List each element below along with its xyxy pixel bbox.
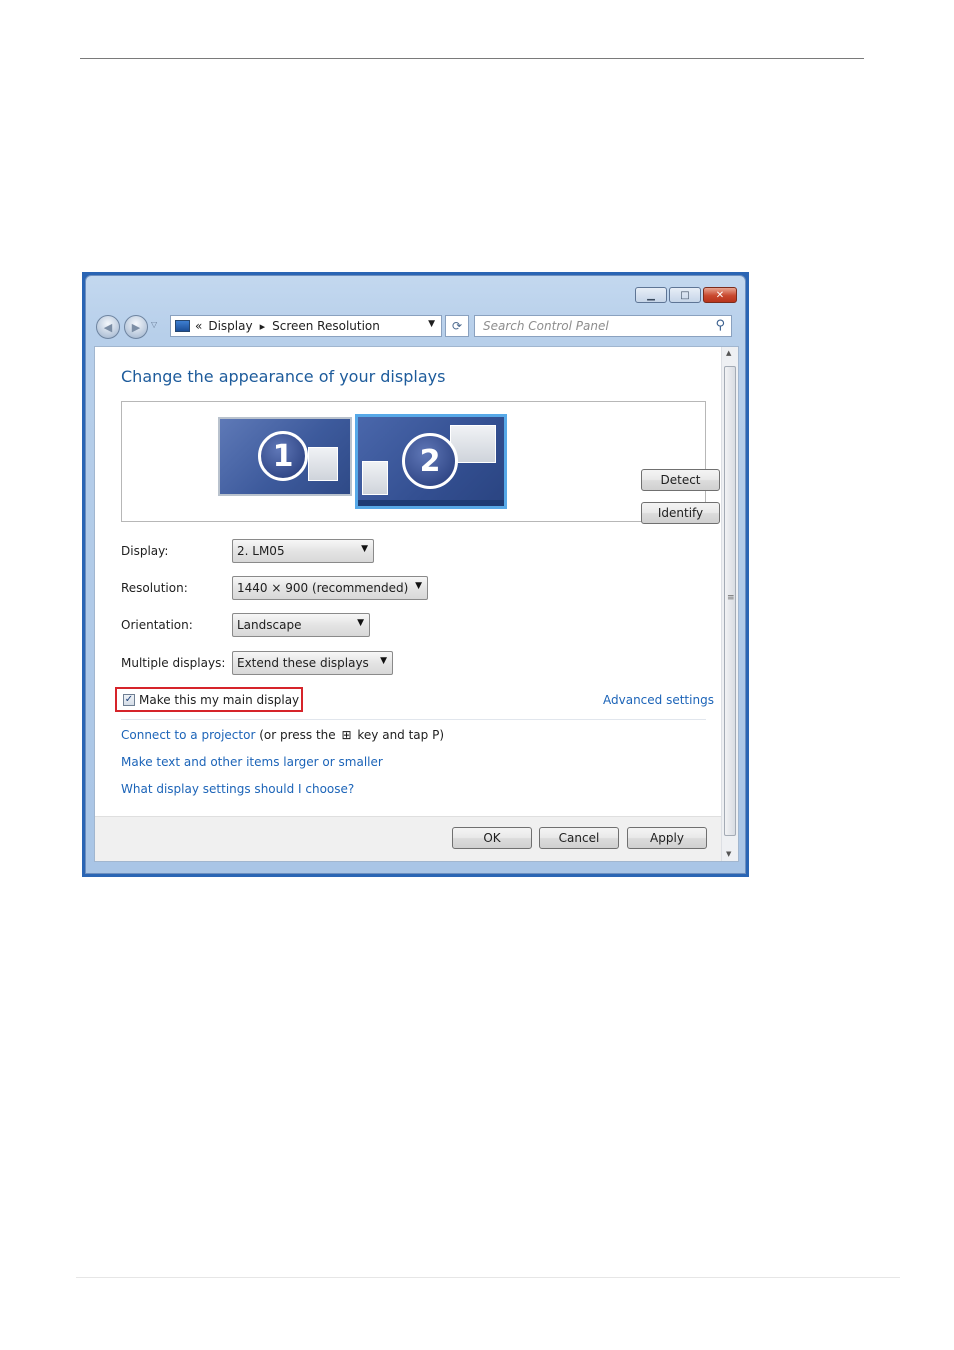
display-label: Display:: [121, 544, 169, 558]
monitor-2-sidebar-graphic: [362, 461, 388, 495]
window-controls: ▁ □ ✕: [635, 287, 737, 303]
maximize-icon: □: [680, 289, 690, 301]
multiple-displays-label: Multiple displays:: [121, 656, 226, 670]
page-top-rule: [80, 58, 864, 59]
main-display-checkbox-highlight: ✓ Make this my main display: [115, 687, 303, 712]
ok-button[interactable]: OK: [452, 827, 532, 849]
recent-pages-icon[interactable]: ▽: [151, 320, 157, 329]
section-divider: [121, 719, 706, 720]
monitor-1-number: 1: [258, 431, 308, 481]
main-display-checkbox[interactable]: ✓: [123, 693, 135, 706]
refresh-icon: ⟳: [451, 319, 463, 333]
chevron-down-icon: ▼: [357, 618, 364, 628]
breadcrumb-display[interactable]: Display: [208, 319, 252, 333]
apply-button[interactable]: Apply: [627, 827, 707, 849]
dialog-footer: OK Cancel Apply: [95, 816, 721, 861]
monitor-1[interactable]: 1: [218, 417, 352, 496]
refresh-button[interactable]: ⟳: [445, 315, 469, 337]
search-icon[interactable]: ⚲: [715, 318, 725, 333]
close-icon: ✕: [715, 289, 725, 301]
maximize-button[interactable]: □: [669, 287, 701, 303]
orientation-select[interactable]: Landscape ▼: [232, 613, 370, 637]
content-pane: Change the appearance of your displays 1…: [94, 346, 739, 862]
window-frame: ▁ □ ✕ ◀ ▶ ▽ « Display ▸ Screen Resolutio…: [85, 275, 746, 874]
windows-logo-icon: ⊞: [341, 728, 352, 742]
control-panel-icon: [175, 320, 190, 332]
forward-arrow-icon: ▶: [131, 320, 141, 334]
address-bar[interactable]: « Display ▸ Screen Resolution ▼: [170, 315, 442, 337]
screen-resolution-window: ▁ □ ✕ ◀ ▶ ▽ « Display ▸ Screen Resolutio…: [82, 272, 749, 877]
projector-row: Connect to a projector (or press the ⊞ k…: [121, 728, 444, 742]
chevron-down-icon: ▼: [415, 581, 422, 591]
monitor-2-number: 2: [402, 433, 458, 489]
back-button[interactable]: ◀: [96, 315, 120, 339]
advanced-settings-link[interactable]: Advanced settings: [603, 693, 714, 707]
scroll-down-icon[interactable]: ▼: [726, 850, 731, 858]
page-title: Change the appearance of your displays: [121, 367, 446, 386]
connect-projector-link[interactable]: Connect to a projector: [121, 728, 255, 742]
orientation-select-value: Landscape: [237, 618, 302, 632]
display-help-link[interactable]: What display settings should I choose?: [121, 782, 354, 796]
resolution-label: Resolution:: [121, 581, 188, 595]
breadcrumb-screen-resolution[interactable]: Screen Resolution: [272, 319, 380, 333]
multiple-displays-select-value: Extend these displays: [237, 656, 369, 670]
scroll-thumb[interactable]: ≡: [724, 366, 736, 836]
address-dropdown-icon[interactable]: ▼: [428, 319, 435, 329]
vertical-scrollbar[interactable]: ▲ ≡ ▼: [721, 347, 738, 861]
text-size-link[interactable]: Make text and other items larger or smal…: [121, 755, 383, 769]
breadcrumb-separator-icon[interactable]: ▸: [260, 320, 266, 333]
chevron-down-icon: ▼: [380, 656, 387, 666]
resolution-select[interactable]: 1440 × 900 (recommended) ▼: [232, 576, 428, 600]
search-placeholder: Search Control Panel: [483, 319, 609, 333]
resolution-select-value: 1440 × 900 (recommended): [237, 581, 409, 595]
scroll-up-icon[interactable]: ▲: [726, 349, 731, 357]
minimize-icon: ▁: [647, 289, 655, 301]
orientation-label: Orientation:: [121, 618, 193, 632]
multiple-displays-select[interactable]: Extend these displays ▼: [232, 651, 393, 675]
projector-hint-post: key and tap P): [357, 728, 445, 742]
address-overflow-chevron[interactable]: «: [195, 319, 202, 333]
cancel-button[interactable]: Cancel: [539, 827, 619, 849]
detect-button[interactable]: Detect: [641, 469, 720, 491]
monitor-1-window-graphic: [308, 447, 338, 481]
checkmark-icon: ✓: [124, 693, 134, 705]
navigation-bar: ◀ ▶ ▽ « Display ▸ Screen Resolution ▼ ⟳ …: [94, 314, 735, 340]
monitor-2-taskbar-graphic: [358, 500, 504, 506]
close-button[interactable]: ✕: [703, 287, 737, 303]
display-select[interactable]: 2. LM05 ▼: [232, 539, 374, 563]
identify-button[interactable]: Identify: [641, 502, 720, 524]
display-select-value: 2. LM05: [237, 544, 285, 558]
monitor-arrangement-panel: 1 2 Detect Identify: [121, 401, 720, 524]
search-input[interactable]: Search Control Panel ⚲: [474, 315, 732, 337]
main-display-checkbox-label[interactable]: Make this my main display: [139, 693, 299, 707]
projector-hint-pre: (or press the: [259, 728, 336, 742]
grip-icon: ≡: [727, 593, 735, 603]
monitor-2-selected[interactable]: 2: [355, 414, 507, 509]
page-bottom-rule: [76, 1277, 900, 1278]
back-arrow-icon: ◀: [103, 320, 113, 334]
forward-button[interactable]: ▶: [124, 315, 148, 339]
minimize-button[interactable]: ▁: [635, 287, 667, 303]
chevron-down-icon: ▼: [361, 544, 368, 554]
